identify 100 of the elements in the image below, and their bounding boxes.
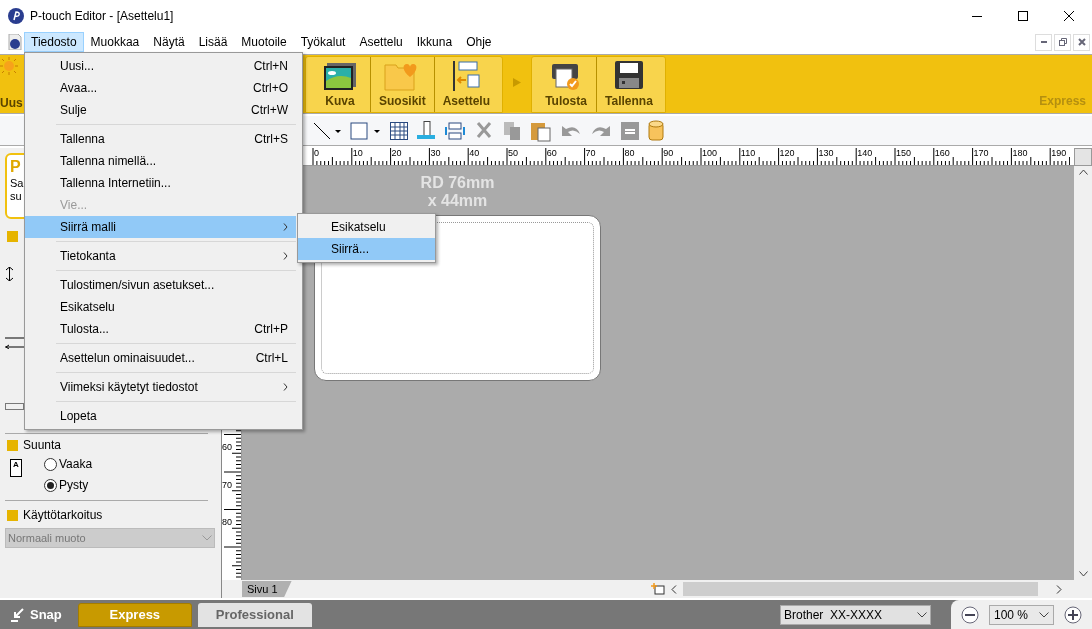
ruler-label: 130 — [818, 148, 834, 158]
menu-item[interactable]: Viimeksi käytetyt tiedostot — [25, 376, 296, 398]
chevron-up-icon — [1078, 169, 1088, 175]
ruler-label: 40 — [469, 148, 480, 158]
chevron-right-icon — [283, 252, 288, 260]
ruler-label: 110 — [740, 148, 756, 158]
sun-icon — [0, 57, 18, 75]
shortcut-text: Ctrl+S — [254, 131, 288, 148]
chevron-down-icon — [1039, 611, 1049, 618]
menu-bar-item[interactable]: Asettelu — [352, 32, 410, 52]
chevron-down-icon — [1078, 571, 1088, 577]
printer-dropdown[interactable]: Brother XX-XXXX — [780, 604, 931, 625]
shortcut-text: Ctrl+P — [254, 321, 288, 338]
vertical-scrollbar[interactable] — [1074, 166, 1092, 580]
restore-button[interactable] — [1054, 33, 1071, 51]
ruler-label: 60 — [222, 442, 232, 452]
page-tab[interactable]: Sivu 1 — [242, 581, 292, 597]
shortcut-text: Ctrl+O — [253, 80, 288, 97]
ruler-label: 170 — [973, 148, 989, 158]
scissors-icon — [474, 120, 494, 141]
ribbon-button[interactable]: Asettelu — [434, 57, 499, 112]
menu-bar-item[interactable]: Ikkuna — [409, 32, 460, 52]
label-size-text: RD 76mm — [420, 174, 495, 192]
menu-item[interactable]: Tallenna Internetiin... — [25, 172, 296, 194]
ruler-label: 70 — [222, 479, 232, 490]
barcode-tool-icon — [416, 120, 436, 141]
menu-item[interactable]: Sulje Ctrl+W — [25, 99, 296, 121]
section-square-icon — [7, 509, 18, 521]
card-text: Sa — [10, 177, 24, 190]
menu-bar-item[interactable]: Työkalut — [293, 32, 353, 52]
document-icon — [8, 34, 22, 50]
shortcut-text: Ctrl+L — [255, 350, 288, 367]
menu-item[interactable]: Tallenna nimellä... — [25, 150, 296, 172]
menu-bar-item[interactable]: Lisää — [191, 32, 235, 52]
database-icon — [648, 119, 664, 142]
ruler-label: 90 — [663, 148, 674, 158]
maximize-icon — [1018, 11, 1028, 21]
menu-item[interactable]: Tietokanta — [25, 245, 296, 267]
ruler-label: 120 — [779, 148, 795, 158]
ribbon-button[interactable]: Kuva — [310, 57, 370, 112]
zoom-out-icon[interactable] — [961, 605, 979, 624]
chevron-down-icon — [202, 535, 212, 541]
ruler-label: 60 — [546, 148, 557, 158]
menu-item[interactable]: Avaa... Ctrl+O — [25, 77, 296, 99]
horizontal-scrollbar[interactable] — [683, 582, 1038, 596]
menu-item[interactable]: Siirrä malli — [25, 216, 296, 238]
ruler-label: 20 — [391, 148, 402, 158]
ribbon-button[interactable]: Uus — [0, 55, 24, 113]
chevron-down-icon — [917, 611, 927, 618]
section-square-icon — [7, 439, 18, 451]
close-icon — [1064, 11, 1074, 21]
minimize-button[interactable] — [1035, 33, 1052, 51]
menu-bar-item[interactable]: Muokkaa — [83, 32, 147, 52]
radio-option[interactable]: Vaaka — [44, 455, 93, 473]
ruler-label: 10 — [352, 148, 363, 158]
menu-item[interactable]: Uusi... Ctrl+N — [25, 55, 296, 77]
menu-bar-item[interactable]: Näytä — [146, 32, 192, 52]
width-icon — [5, 337, 25, 349]
menu-item[interactable]: Lopeta — [25, 405, 296, 427]
menu-item[interactable]: Esikatselu — [298, 216, 435, 238]
new-page-icon — [651, 583, 665, 595]
menu-bar-item[interactable]: Muotoile — [234, 32, 294, 52]
zoom-dropdown[interactable]: 100 % — [989, 604, 1054, 625]
mode-tab[interactable]: Professional — [197, 602, 312, 627]
ruler-label: 70 — [585, 148, 596, 158]
card-title: P — [10, 157, 21, 177]
snap-arrow-icon — [10, 607, 24, 622]
play-arrow-icon — [513, 78, 522, 87]
radio-option[interactable]: Pysty — [44, 476, 93, 494]
section-title: Suunta — [23, 437, 62, 454]
menu-item[interactable]: Esikatselu — [25, 296, 296, 318]
ruler-label: 150 — [896, 148, 912, 158]
section-title: Käyttötarkoitus — [23, 507, 103, 524]
close-button[interactable] — [1073, 33, 1090, 51]
minimize-icon — [972, 15, 982, 17]
menu-bar-item[interactable]: Tiedosto — [24, 32, 84, 52]
ruler-label: 0 — [314, 148, 319, 158]
chevron-left-icon — [671, 584, 677, 594]
chevron-right-icon — [283, 223, 288, 231]
ruler-label: 80 — [222, 517, 232, 527]
menu-item[interactable]: Asettelun ominaisuudet... Ctrl+L — [25, 347, 296, 369]
copy-icon — [502, 120, 522, 141]
menu-item[interactable]: Tulosta... Ctrl+P — [25, 318, 296, 340]
line-tool-icon — [312, 121, 342, 140]
picture-icon — [323, 61, 357, 91]
shortcut-text: Ctrl+N — [253, 58, 288, 75]
chevron-right-icon — [283, 383, 288, 391]
snap-button[interactable]: Snap — [0, 602, 72, 627]
ribbon-button[interactable]: Tallenna — [597, 57, 661, 112]
menu-item[interactable]: Siirrä... — [298, 238, 435, 260]
menu-item[interactable]: Tallenna Ctrl+S — [25, 128, 296, 150]
menu-bar-item[interactable]: Ohje — [459, 32, 499, 52]
ruler-label: 160 — [934, 148, 950, 158]
ribbon-button[interactable]: Suosikit — [371, 57, 434, 112]
menu-item[interactable]: Tulostimen/sivun asetukset... — [25, 274, 296, 296]
ruler-label: 80 — [624, 148, 635, 158]
layout-icon — [451, 61, 482, 91]
ribbon-button[interactable]: Tulosta — [536, 57, 597, 112]
zoom-in-icon[interactable] — [1064, 605, 1082, 624]
ruler-label: 180 — [1012, 148, 1028, 158]
